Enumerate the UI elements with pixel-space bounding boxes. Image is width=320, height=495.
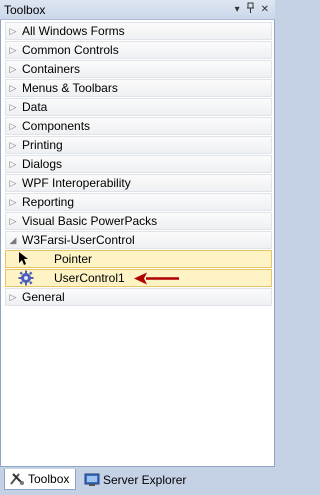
collapsed-triangle-icon: ▷: [9, 64, 17, 74]
toolbox-icon: [10, 473, 24, 485]
category-label: Printing: [22, 138, 63, 152]
category-label: Components: [22, 119, 91, 133]
category-w3farsi-usercontrol[interactable]: ◢ W3Farsi-UserControl: [5, 231, 272, 249]
collapsed-triangle-icon: ▷: [9, 292, 17, 302]
collapsed-triangle-icon: ▷: [9, 197, 17, 207]
collapsed-triangle-icon: ▷: [9, 159, 17, 169]
collapsed-triangle-icon: ▷: [9, 45, 17, 55]
category-all-windows-forms[interactable]: ▷ All Windows Forms: [5, 22, 272, 40]
tab-server-explorer[interactable]: Server Explorer: [80, 469, 200, 490]
pointer-arrow-icon: [18, 251, 36, 267]
category-label: General: [22, 290, 65, 304]
collapsed-triangle-icon: ▷: [9, 121, 17, 131]
toolbox-panel: ▷ All Windows Forms ▷ Common Controls ▷ Conta…: [0, 20, 275, 467]
tool-item-label: UserControl1: [54, 271, 125, 285]
category-wpf-interoperability[interactable]: ▷ WPF Interoperability: [5, 174, 272, 192]
tool-item-pointer[interactable]: Pointer: [5, 250, 272, 268]
close-icon[interactable]: ✕: [261, 3, 269, 17]
category-containers[interactable]: ▷ Containers: [5, 60, 272, 78]
titlebar-controls: ▾ ✕: [235, 2, 269, 18]
category-label: W3Farsi-UserControl: [22, 233, 135, 247]
expanded-triangle-icon: ◢: [9, 235, 17, 245]
category-printing[interactable]: ▷ Printing: [5, 136, 272, 154]
category-menus-toolbars[interactable]: ▷ Menus & Toolbars: [5, 79, 272, 97]
panel-title: Toolbox: [4, 3, 46, 17]
category-reporting[interactable]: ▷ Reporting: [5, 193, 272, 211]
gear-icon: [18, 270, 36, 286]
tool-item-usercontrol1[interactable]: UserControl1: [5, 269, 272, 287]
collapsed-triangle-icon: ▷: [9, 83, 17, 93]
bottom-tab-strip: Toolbox Server Explorer: [0, 467, 275, 495]
category-label: WPF Interoperability: [22, 176, 131, 190]
category-general[interactable]: ▷ General: [5, 288, 272, 306]
category-components[interactable]: ▷ Components: [5, 117, 272, 135]
category-label: Dialogs: [22, 157, 63, 171]
collapsed-triangle-icon: ▷: [9, 102, 17, 112]
annotation-arrow-icon: [134, 272, 180, 288]
category-data[interactable]: ▷ Data: [5, 98, 272, 116]
collapsed-triangle-icon: ▷: [9, 216, 17, 226]
category-label: Menus & Toolbars: [22, 81, 118, 95]
tool-item-label: Pointer: [54, 252, 93, 266]
category-label: Data: [22, 100, 48, 114]
tab-label: Toolbox: [28, 472, 70, 486]
category-label: Visual Basic PowerPacks: [22, 214, 158, 228]
pin-icon[interactable]: [246, 2, 255, 18]
server-explorer-icon: [84, 473, 100, 486]
collapsed-triangle-icon: ▷: [9, 140, 17, 150]
category-label: All Windows Forms: [22, 24, 125, 38]
collapsed-triangle-icon: ▷: [9, 178, 17, 188]
tab-label: Server Explorer: [103, 472, 187, 487]
category-label: Reporting: [22, 195, 75, 209]
toolbox-list: ▷ All Windows Forms ▷ Common Controls ▷ Conta…: [5, 22, 272, 307]
category-label: Common Controls: [22, 43, 119, 57]
toolbox-titlebar: Toolbox ▾ ✕: [0, 0, 275, 20]
category-common-controls[interactable]: ▷ Common Controls: [5, 41, 272, 59]
category-visual-basic-powerpacks[interactable]: ▷ Visual Basic PowerPacks: [5, 212, 272, 230]
category-dialogs[interactable]: ▷ Dialogs: [5, 155, 272, 173]
tab-toolbox[interactable]: Toolbox: [4, 469, 76, 490]
category-label: Containers: [22, 62, 81, 76]
collapsed-triangle-icon: ▷: [9, 26, 17, 36]
dropdown-icon[interactable]: ▾: [235, 3, 240, 17]
